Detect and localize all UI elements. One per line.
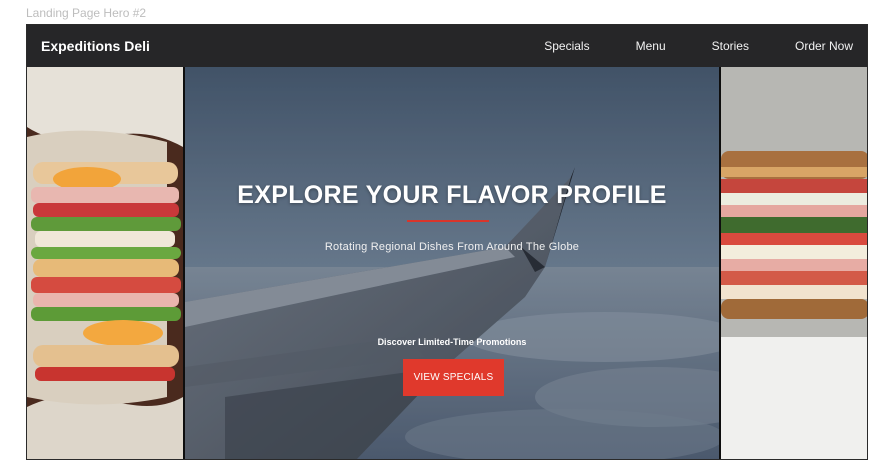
view-specials-button[interactable]: VIEW SPECIALS — [403, 359, 504, 396]
left-sandwich-image — [27, 67, 183, 459]
nav-link-menu[interactable]: Menu — [636, 39, 666, 53]
main-nav: Specials Menu Stories Order Now — [498, 39, 853, 53]
nav-link-specials[interactable]: Specials — [544, 39, 589, 53]
hero-content: EXPLORE YOUR FLAVOR PROFILE Rotating Reg… — [185, 67, 719, 459]
right-sandwich-image — [721, 67, 867, 459]
hero-frame: Expeditions Deli Specials Menu Stories O… — [26, 24, 868, 460]
navbar: Expeditions Deli Specials Menu Stories O… — [27, 25, 867, 67]
hero-headline: EXPLORE YOUR FLAVOR PROFILE — [237, 181, 667, 209]
nav-link-stories[interactable]: Stories — [712, 39, 749, 53]
promo-label: Discover Limited-Time Promotions — [377, 337, 527, 347]
brand-logo[interactable]: Expeditions Deli — [41, 38, 150, 54]
hero-section: EXPLORE YOUR FLAVOR PROFILE Rotating Reg… — [27, 67, 867, 459]
hero-subhead: Rotating Regional Dishes From Around The… — [324, 241, 580, 253]
headline-divider — [407, 220, 489, 222]
nav-link-order-now[interactable]: Order Now — [795, 39, 853, 53]
canvas-label: Landing Page Hero #2 — [26, 6, 147, 20]
